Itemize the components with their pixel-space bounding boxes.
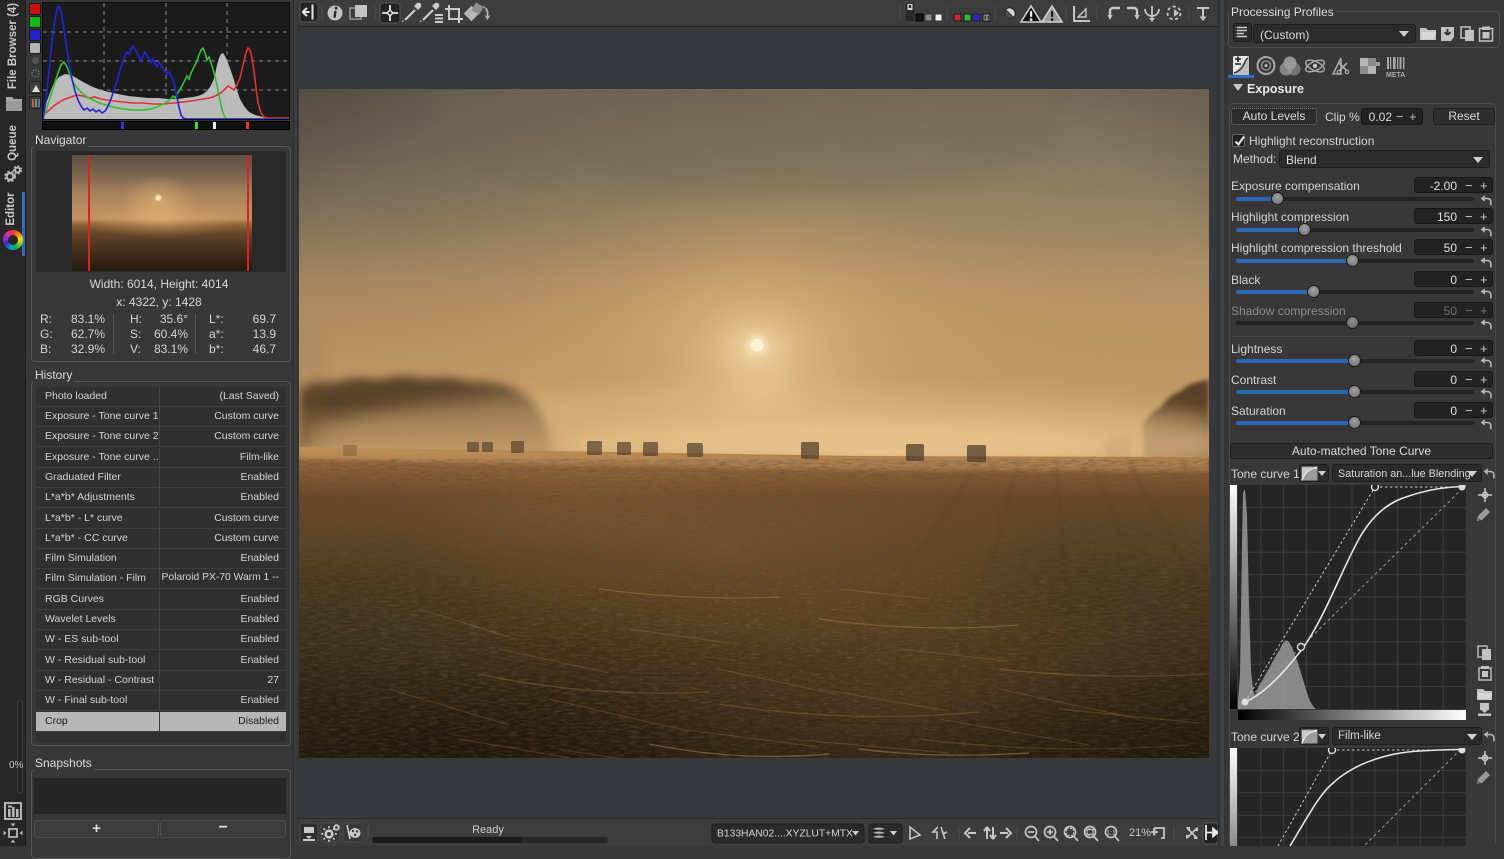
svg-text:Ready: Ready: [472, 824, 504, 836]
svg-text:21%: 21%: [1129, 827, 1151, 839]
svg-text:B133HAN02....XYZLUT+MTX: B133HAN02....XYZLUT+MTX: [717, 829, 853, 840]
svg-text:1:1: 1:1: [1106, 830, 1116, 837]
svg-text:META: META: [1386, 72, 1405, 79]
